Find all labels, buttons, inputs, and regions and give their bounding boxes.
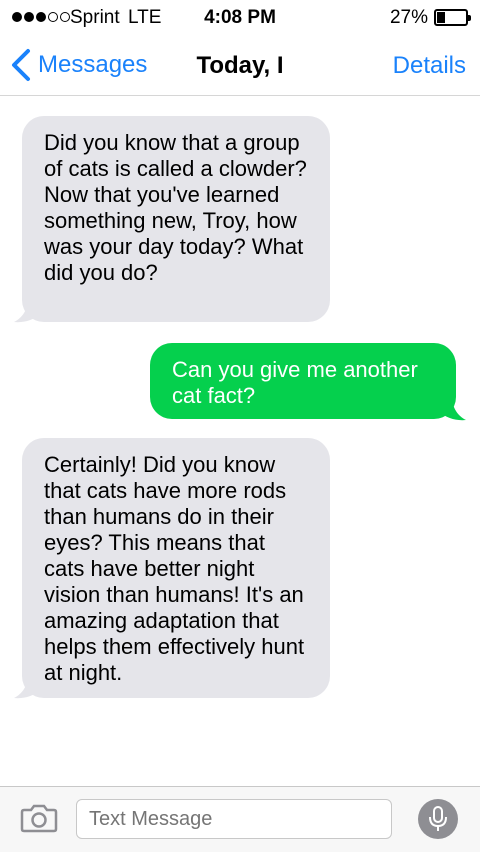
message-bubble-outgoing[interactable]: Can you give me another cat fact? <box>150 343 456 419</box>
microphone-icon <box>429 806 447 831</box>
battery-percentage: 27% <box>389 7 428 28</box>
message-text: Did you know that a group of cats is cal… <box>44 130 307 285</box>
microphone-button[interactable] <box>418 799 458 839</box>
message-composer <box>0 786 480 852</box>
battery-fill <box>437 12 445 23</box>
text-message-input[interactable] <box>76 799 392 839</box>
camera-icon[interactable] <box>20 803 58 833</box>
message-bubble-incoming[interactable]: Certainly! Did you know that cats have m… <box>22 438 330 698</box>
status-bar: Sprint LTE 4:08 PM 27% <box>0 0 480 36</box>
message-text: Can you give me another cat fact? <box>172 357 418 408</box>
messages-screen: Sprint LTE 4:08 PM 27% Messages Today, I… <box>0 0 480 852</box>
message-text: Certainly! Did you know that cats have m… <box>44 452 305 685</box>
nav-bar: Messages Today, I Details <box>0 36 480 96</box>
battery-icon <box>434 9 471 26</box>
message-bubble-incoming[interactable]: Did you know that a group of cats is cal… <box>22 116 330 322</box>
details-button[interactable]: Details <box>393 52 466 80</box>
